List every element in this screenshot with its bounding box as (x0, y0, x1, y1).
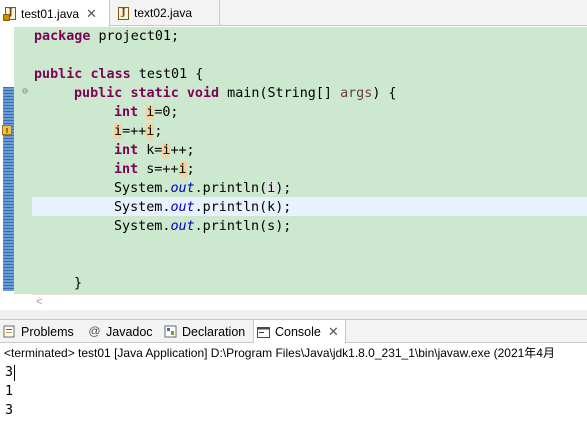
code-line-4: public static void main(String[] args) { (74, 86, 397, 101)
tab-label: Javadoc (106, 324, 153, 339)
console-output-line: 1 (5, 384, 14, 399)
tab-test01-java[interactable]: J test01.java ✕ (0, 0, 110, 27)
warning-marker-icon[interactable]: ! (2, 125, 12, 135)
scroll-left-icon[interactable]: < (36, 296, 42, 308)
editor-tab-bar: J test01.java ✕ J text02.java (0, 0, 587, 27)
at-sign-icon: @ (88, 324, 101, 338)
java-file-icon: J (3, 7, 16, 21)
tab-label: text02.java (134, 6, 193, 20)
view-tab-bar: Problems @ Javadoc Declaration Console ✕ (0, 319, 587, 344)
code-line-9: System.out.println(i); (114, 181, 292, 196)
code-line-7: int k=i++; (114, 143, 195, 158)
code-line-6: i=++i; (114, 124, 163, 139)
tab-problems[interactable]: Problems (3, 320, 74, 343)
code-line-1: package project01; (34, 29, 180, 44)
java-file-icon: J (118, 6, 129, 20)
svg-text:!: ! (5, 127, 8, 135)
console-icon (257, 326, 270, 339)
declaration-icon (164, 325, 177, 338)
tab-console[interactable]: Console ✕ (253, 320, 346, 344)
tab-label: Console (275, 325, 321, 339)
code-line-8: int s=++i; (114, 162, 195, 177)
tab-text02-java[interactable]: J text02.java (114, 0, 220, 26)
console-output-line: 3 (5, 365, 14, 380)
code-editor[interactable]: ⊖ ! package project01; public class test… (0, 27, 587, 295)
close-icon[interactable]: ✕ (86, 7, 97, 20)
tab-declaration[interactable]: Declaration (164, 320, 245, 343)
tab-label: Declaration (182, 324, 246, 339)
folding-ruler (14, 27, 32, 295)
code-line-10: System.out.println(k); (114, 200, 292, 215)
annotation-ruler (0, 27, 14, 295)
console-output[interactable]: 3 1 3 (0, 363, 587, 427)
text-caret (14, 365, 15, 381)
change-marker-bar (3, 87, 14, 291)
tab-label: test01.java (21, 6, 80, 21)
ruler-spacer (0, 294, 32, 310)
fold-collapse-icon[interactable]: ⊖ (22, 87, 28, 97)
code-line-5: int i=0; (114, 105, 179, 120)
editor-bottom-border (0, 310, 587, 319)
code-line-11: System.out.println(s); (114, 219, 292, 234)
problems-icon (3, 325, 16, 338)
code-line-14: } (74, 276, 83, 291)
code-line-3: public class test01 { (34, 67, 204, 82)
console-status-header: <terminated> test01 [Java Application] D… (0, 343, 587, 363)
tab-javadoc[interactable]: @ Javadoc (88, 320, 153, 343)
horizontal-scrollbar[interactable]: < (32, 294, 587, 310)
tab-label: Problems (21, 324, 74, 339)
close-icon[interactable]: ✕ (328, 324, 339, 340)
console-output-line: 3 (5, 403, 14, 418)
